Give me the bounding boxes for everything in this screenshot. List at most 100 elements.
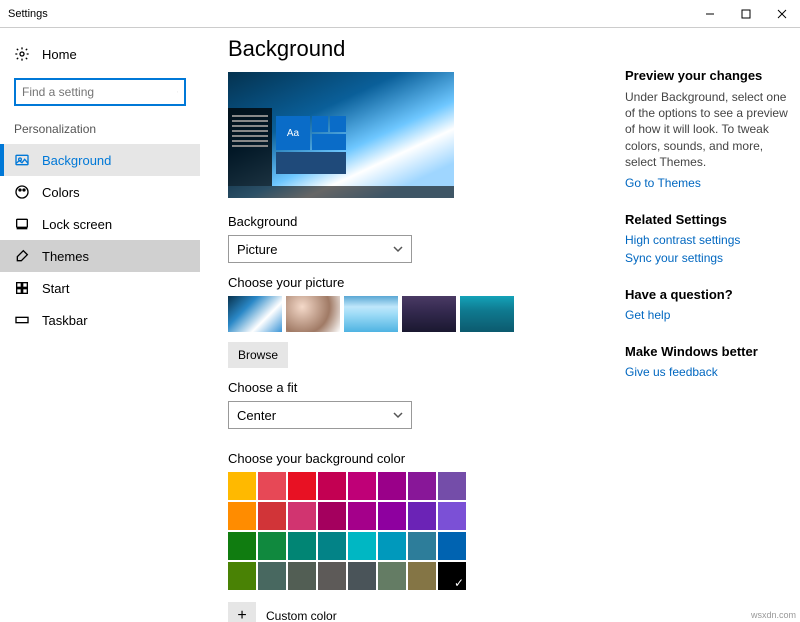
lock-icon	[14, 216, 30, 232]
color-swatch[interactable]	[378, 472, 406, 500]
titlebar: Settings	[0, 0, 800, 28]
color-swatch[interactable]	[258, 502, 286, 530]
color-swatch[interactable]	[408, 502, 436, 530]
color-swatch[interactable]	[228, 562, 256, 590]
preview-taskbar	[228, 186, 454, 198]
picture-thumb[interactable]	[402, 296, 456, 332]
color-swatch[interactable]	[228, 532, 256, 560]
color-swatch[interactable]	[378, 532, 406, 560]
color-swatch[interactable]	[318, 472, 346, 500]
color-swatch[interactable]	[348, 532, 376, 560]
color-swatch[interactable]	[318, 502, 346, 530]
window-controls	[692, 0, 800, 28]
sidebar: Home Personalization Background Colors L…	[0, 28, 200, 622]
color-swatch[interactable]	[438, 532, 466, 560]
choose-picture-label: Choose your picture	[228, 275, 613, 290]
color-swatch[interactable]	[348, 502, 376, 530]
dropdown-value: Picture	[237, 242, 277, 257]
color-swatch[interactable]	[408, 532, 436, 560]
picture-thumb[interactable]	[460, 296, 514, 332]
fit-dropdown[interactable]: Center	[228, 401, 412, 429]
search-field[interactable]	[22, 85, 177, 99]
picture-thumb[interactable]	[286, 296, 340, 332]
maximize-button[interactable]	[728, 0, 764, 28]
desktop-preview: Aa	[228, 72, 454, 198]
dropdown-value: Center	[237, 408, 276, 423]
watermark: wsxdn.com	[751, 610, 796, 620]
grid-icon	[14, 280, 30, 296]
right-column: Preview your changes Under Background, s…	[625, 28, 800, 622]
sidebar-item-label: Themes	[42, 249, 89, 264]
sidebar-item-label: Background	[42, 153, 111, 168]
color-swatch[interactable]	[288, 472, 316, 500]
color-swatch[interactable]	[228, 502, 256, 530]
color-swatch[interactable]	[258, 472, 286, 500]
related-heading: Related Settings	[625, 212, 792, 227]
sidebar-item-colors[interactable]: Colors	[0, 176, 200, 208]
gear-icon	[14, 46, 30, 62]
color-swatch[interactable]	[318, 532, 346, 560]
chevron-down-icon	[393, 410, 403, 420]
browse-button[interactable]: Browse	[228, 342, 288, 368]
color-swatch[interactable]	[288, 532, 316, 560]
sidebar-item-lockscreen[interactable]: Lock screen	[0, 208, 200, 240]
color-swatch[interactable]	[258, 562, 286, 590]
search-icon	[177, 85, 178, 99]
main-content: Background Aa Background Picture Choose …	[200, 28, 625, 622]
color-swatch[interactable]	[408, 562, 436, 590]
bg-color-label: Choose your background color	[228, 451, 613, 466]
color-swatch[interactable]	[288, 562, 316, 590]
picture-thumb[interactable]	[344, 296, 398, 332]
section-label: Personalization	[0, 122, 200, 136]
home-label: Home	[42, 47, 77, 62]
fit-label: Choose a fit	[228, 380, 613, 395]
color-swatch[interactable]	[378, 562, 406, 590]
color-swatch[interactable]	[378, 502, 406, 530]
picture-thumb[interactable]	[228, 296, 282, 332]
minimize-button[interactable]	[692, 0, 728, 28]
color-swatch[interactable]	[438, 562, 466, 590]
window-title: Settings	[8, 8, 48, 20]
sidebar-item-label: Taskbar	[42, 313, 88, 328]
color-swatch[interactable]	[288, 502, 316, 530]
preview-tile	[312, 134, 346, 150]
sidebar-item-taskbar[interactable]: Taskbar	[0, 304, 200, 336]
taskbar-icon	[14, 312, 30, 328]
go-to-themes-link[interactable]: Go to Themes	[625, 176, 792, 190]
sync-settings-link[interactable]: Sync your settings	[625, 251, 792, 265]
better-heading: Make Windows better	[625, 344, 792, 359]
color-swatch[interactable]	[228, 472, 256, 500]
background-label: Background	[228, 214, 613, 229]
background-dropdown[interactable]: Picture	[228, 235, 412, 263]
color-swatch[interactable]	[438, 472, 466, 500]
get-help-link[interactable]: Get help	[625, 308, 792, 322]
home-button[interactable]: Home	[0, 40, 200, 68]
preview-tile-sample: Aa	[276, 116, 310, 150]
search-input[interactable]	[14, 78, 186, 106]
sidebar-item-label: Start	[42, 281, 69, 296]
page-title: Background	[228, 36, 613, 62]
color-swatch[interactable]	[408, 472, 436, 500]
palette-icon	[14, 184, 30, 200]
color-swatch[interactable]	[318, 562, 346, 590]
feedback-link[interactable]: Give us feedback	[625, 365, 792, 379]
color-swatch[interactable]	[258, 532, 286, 560]
sidebar-item-background[interactable]: Background	[0, 144, 200, 176]
preview-text: Under Background, select one of the opti…	[625, 89, 792, 170]
color-swatch[interactable]	[438, 502, 466, 530]
picture-icon	[14, 152, 30, 168]
brush-icon	[14, 248, 30, 264]
picture-thumbs	[228, 296, 613, 332]
question-heading: Have a question?	[625, 287, 792, 302]
preview-tile	[276, 152, 346, 174]
close-button[interactable]	[764, 0, 800, 28]
sidebar-item-themes[interactable]: Themes	[0, 240, 200, 272]
chevron-down-icon	[393, 244, 403, 254]
color-swatch[interactable]	[348, 472, 376, 500]
preview-tile	[330, 116, 346, 132]
custom-color-button[interactable]: +	[228, 602, 256, 622]
sidebar-item-start[interactable]: Start	[0, 272, 200, 304]
color-swatch[interactable]	[348, 562, 376, 590]
high-contrast-link[interactable]: High contrast settings	[625, 233, 792, 247]
sidebar-item-label: Lock screen	[42, 217, 112, 232]
